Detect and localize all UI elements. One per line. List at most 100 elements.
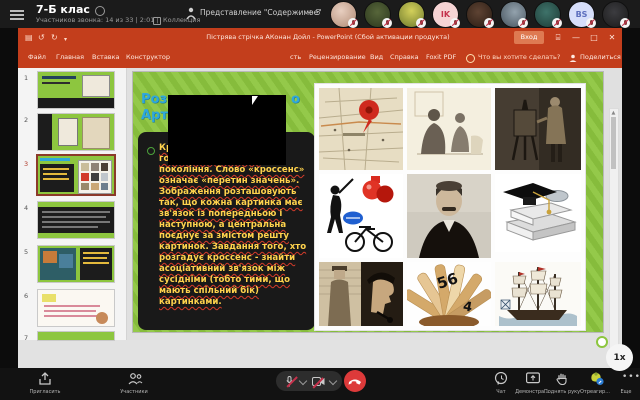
mic-muted-badge — [552, 18, 562, 28]
bullet-icon — [147, 147, 155, 155]
image-grid-panel: 56 4 — [315, 84, 585, 330]
hamburger-menu-icon[interactable] — [10, 8, 24, 22]
tell-me-bulb-icon — [466, 54, 475, 63]
slide-title-fragment: Роз — [141, 92, 167, 107]
slide-thumbnail-3-selected[interactable] — [38, 156, 114, 194]
thumb-number: 4 — [24, 204, 28, 212]
app-window: 7-Б клас Участников звонка: 14 из 33 | 2… — [0, 0, 640, 400]
mic-muted-badge — [348, 18, 358, 28]
react-emoji-icon[interactable] — [588, 372, 602, 385]
gear-icon[interactable] — [95, 6, 105, 16]
share-button[interactable]: Поделиться — [580, 53, 621, 61]
slide-thumbnail-6[interactable] — [38, 290, 114, 326]
tab-help[interactable]: Справка — [390, 53, 419, 61]
av-controls-pill — [276, 371, 342, 391]
mouse-cursor — [252, 96, 258, 105]
scrollbar-thumb[interactable] — [611, 117, 616, 169]
mic-muted-icon[interactable] — [286, 376, 292, 386]
slide-thumbnail-5[interactable] — [38, 246, 114, 282]
scroll-up-icon[interactable]: ▲ — [612, 110, 616, 116]
slide-thumbnail-4[interactable] — [38, 202, 114, 238]
raise-hand-icon[interactable] — [556, 372, 570, 385]
avatar-initials: BS — [576, 10, 588, 19]
avatar[interactable] — [466, 1, 493, 28]
tab-review[interactable]: Рецензирование — [309, 53, 366, 61]
grid-image-man-at-easel[interactable] — [495, 88, 581, 170]
slide-thumbnail-2[interactable] — [38, 114, 114, 150]
mic-muted-badge — [518, 18, 528, 28]
tab-view[interactable]: Вид — [370, 53, 383, 61]
teams-top-bar: 7-Б клас Участников звонка: 14 из 33 | 2… — [0, 0, 640, 28]
tell-me-box[interactable]: Что вы хотите сделать? — [478, 53, 560, 61]
call-info: Участников звонка: 14 из 33 | 2:01 | — [36, 16, 159, 24]
view-mode-label[interactable]: Представление "Содержимое" — [200, 8, 322, 17]
close-button[interactable]: ✕ — [602, 28, 622, 48]
mic-muted-badge — [586, 18, 596, 28]
mic-muted-badge — [450, 18, 460, 28]
avatar[interactable] — [534, 1, 561, 28]
thumb-number: 7 — [24, 334, 28, 342]
tab-partial[interactable]: сть — [290, 53, 301, 61]
tab-design[interactable]: Конструктор — [126, 53, 170, 61]
animation-indicator-icon — [596, 336, 608, 348]
avatar[interactable] — [330, 1, 357, 28]
thumb-number: 5 — [24, 248, 28, 256]
avatar[interactable] — [602, 1, 629, 28]
presenter-icon — [186, 7, 196, 20]
slide-thumbnail-7[interactable] — [38, 332, 114, 340]
grid-image-conan-doyle-portrait[interactable] — [407, 174, 491, 258]
slide-title-fragment: Арт — [141, 108, 168, 123]
undo-icon[interactable]: ↺ — [38, 33, 45, 42]
meeting-title: 7-Б клас — [36, 3, 90, 16]
mic-options-chevron-icon[interactable] — [299, 377, 307, 385]
screen-share-icon[interactable] — [526, 372, 540, 385]
redo-icon[interactable]: ↻ — [51, 33, 58, 42]
slide-title-fragment: о — [291, 92, 300, 107]
thumb-number: 1 — [24, 74, 28, 82]
hidden-participants-count[interactable]: + 5 — [307, 8, 320, 17]
vertical-scrollbar[interactable]: ▲ ▼ — [609, 108, 619, 382]
more-options-icon[interactable]: ••• — [622, 372, 636, 385]
tab-file[interactable]: Файл — [28, 53, 46, 61]
participants-icon[interactable] — [128, 372, 142, 385]
tab-home[interactable]: Главная — [56, 53, 84, 61]
grid-image-graduation-cap-books[interactable] — [495, 174, 581, 252]
maximize-button[interactable]: □ — [584, 28, 604, 48]
mic-muted-badge — [382, 18, 392, 28]
playback-speed-badge[interactable]: 1x — [606, 344, 633, 371]
camera-off-icon[interactable] — [312, 377, 324, 385]
grid-image-map-with-red-pin[interactable] — [319, 88, 403, 170]
hang-up-button[interactable] — [344, 370, 366, 392]
grid-image-sherlock-holmes-photos[interactable] — [319, 262, 403, 326]
avatar-initials: IK — [441, 10, 450, 19]
tab-insert[interactable]: Вставка — [92, 53, 120, 61]
screenshare-redaction-overlay — [168, 95, 286, 165]
powerpoint-workspace: 1 2 3 — [18, 68, 622, 340]
teams-bottom-bar: Пригласить Участники Чат Демонстра... — [0, 368, 640, 400]
slide-thumbnail-1[interactable] — [38, 72, 114, 108]
grid-image-victorian-women[interactable] — [407, 88, 491, 170]
avatar[interactable]: IK — [432, 1, 459, 28]
minimize-button[interactable]: — — [566, 28, 586, 48]
save-icon[interactable]: ▤ — [25, 33, 33, 42]
avatar[interactable] — [398, 1, 425, 28]
invite-icon[interactable] — [38, 372, 52, 385]
invite-label: Пригласить — [16, 389, 74, 395]
camera-options-chevron-icon[interactable] — [329, 377, 337, 385]
chat-icon[interactable] — [494, 372, 508, 385]
thumb-number: 6 — [24, 292, 28, 300]
qat-customize-icon[interactable]: ▾ — [64, 35, 67, 44]
document-title: Пістрява стрічка АКонан Дойл - PowerPoin… — [168, 33, 488, 41]
gallery-icon[interactable] — [153, 17, 161, 25]
grid-image-sailing-ship[interactable] — [495, 262, 581, 326]
avatar[interactable] — [364, 1, 391, 28]
tab-foxit-pdf[interactable]: Foxit PDF — [426, 53, 456, 61]
mic-muted-badge — [484, 18, 494, 28]
grid-image-sports-clipart[interactable] — [319, 174, 403, 258]
thumb-number: 2 — [24, 116, 28, 124]
avatar[interactable]: BS — [568, 1, 595, 28]
avatar[interactable] — [500, 1, 527, 28]
grid-image-open-book-with-numbers[interactable]: 56 4 — [407, 262, 491, 326]
ribbon-display-icon[interactable]: ⌸ — [548, 28, 568, 48]
sign-in-button[interactable]: Вход — [514, 31, 544, 44]
